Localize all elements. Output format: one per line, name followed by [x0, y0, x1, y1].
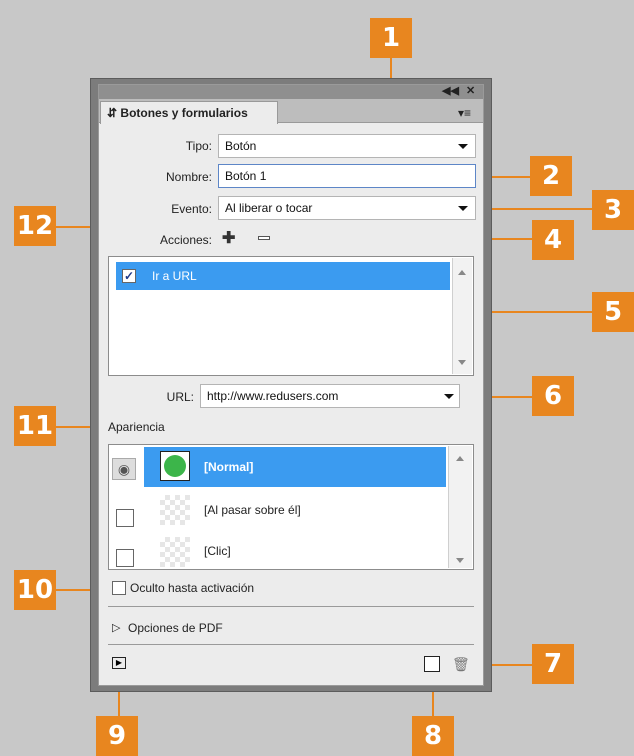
- callout-12: 12: [14, 206, 56, 246]
- collapse-icon[interactable]: ◀◀: [442, 84, 459, 97]
- acciones-label: Acciones:: [159, 233, 212, 247]
- callout-5: 5: [592, 292, 634, 332]
- callout-7: 7: [532, 644, 574, 684]
- nombre-label: Nombre:: [165, 170, 212, 184]
- state-label-normal: [Normal]: [204, 460, 254, 474]
- actions-scrollbar[interactable]: [452, 258, 472, 374]
- apariencia-label: Apariencia: [108, 420, 165, 434]
- apariencia-scroll-up-icon[interactable]: [456, 456, 464, 461]
- state-label-clic: [Clic]: [204, 544, 231, 558]
- apariencia-scroll-down-icon[interactable]: [456, 558, 464, 563]
- state-checkbox-clic[interactable]: [116, 549, 134, 567]
- remove-action-icon[interactable]: [258, 236, 270, 240]
- expand-triangle-icon[interactable]: ▷: [112, 621, 120, 634]
- evento-select[interactable]: Al liberar o tocar: [218, 196, 476, 220]
- divider-2: [108, 644, 474, 645]
- oculto-checkbox[interactable]: [112, 581, 126, 595]
- state-thumb-clic: [160, 537, 190, 567]
- callout-8: 8: [412, 716, 454, 756]
- evento-value: Al liberar o tocar: [225, 201, 313, 215]
- url-dropdown-icon[interactable]: [444, 394, 454, 399]
- callout-10: 10: [14, 570, 56, 610]
- state-thumb-normal: [160, 451, 190, 481]
- panel-topbar: [99, 85, 483, 99]
- callout-4: 4: [532, 220, 574, 260]
- nombre-value: Botón 1: [225, 169, 267, 183]
- scroll-up-icon[interactable]: [458, 270, 466, 275]
- action-checkbox[interactable]: ✓: [122, 269, 136, 283]
- apariencia-scrollbar[interactable]: [448, 446, 472, 568]
- panel-menu-icon[interactable]: ▾≡: [458, 106, 471, 120]
- callout-2: 2: [530, 156, 572, 196]
- state-label-hover: [Al pasar sobre él]: [204, 503, 301, 517]
- nombre-field[interactable]: Botón 1: [218, 164, 476, 188]
- tipo-value: Botón: [225, 139, 257, 153]
- tipo-label: Tipo:: [185, 139, 212, 153]
- action-label: Ir a URL: [152, 269, 197, 283]
- tab-title: Botones y formularios: [120, 106, 248, 120]
- convert-object-icon[interactable]: [424, 656, 440, 672]
- callout-3: 3: [592, 190, 634, 230]
- url-value: http://www.redusers.com: [207, 389, 339, 403]
- trash-icon[interactable]: 🗑: [452, 656, 470, 673]
- evento-dropdown-icon[interactable]: [458, 206, 468, 211]
- preview-icon[interactable]: ▶: [112, 657, 126, 669]
- eye-icon[interactable]: ◉: [112, 458, 136, 480]
- callout-9: 9: [96, 716, 138, 756]
- callout-11: 11: [14, 406, 56, 446]
- tab-botones-formularios[interactable]: ⇵ Botones y formularios: [100, 101, 278, 124]
- tipo-dropdown-icon[interactable]: [458, 144, 468, 149]
- divider-1: [108, 606, 474, 607]
- url-field[interactable]: http://www.redusers.com: [200, 384, 460, 408]
- scroll-down-icon[interactable]: [458, 360, 466, 365]
- oculto-label: Oculto hasta activación: [130, 581, 255, 595]
- url-label: URL:: [166, 390, 194, 404]
- updown-icon: ⇵: [107, 106, 118, 120]
- pdf-options-label[interactable]: Opciones de PDF: [128, 621, 223, 635]
- evento-label: Evento:: [171, 202, 212, 216]
- state-thumb-hover: [160, 495, 190, 525]
- add-action-icon[interactable]: ✚: [222, 228, 235, 248]
- tipo-select[interactable]: Botón: [218, 134, 476, 158]
- state-checkbox-hover[interactable]: [116, 509, 134, 527]
- callout-6: 6: [532, 376, 574, 416]
- callout-1: 1: [370, 18, 412, 58]
- close-icon[interactable]: ✕: [466, 84, 475, 97]
